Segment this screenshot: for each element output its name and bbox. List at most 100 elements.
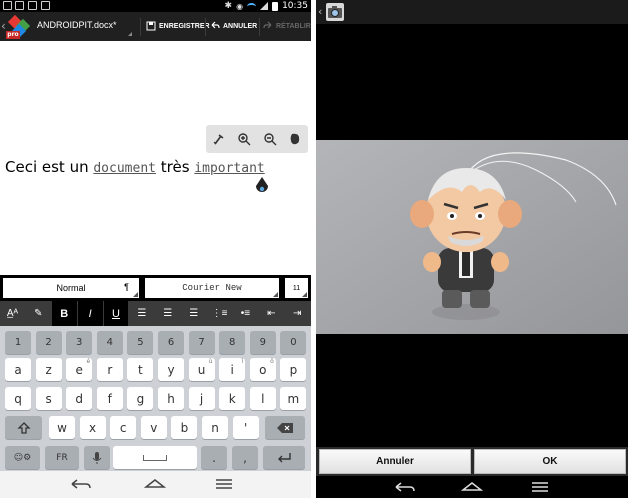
italic-button[interactable]: I xyxy=(77,301,104,326)
zoom-out-icon[interactable] xyxy=(259,128,281,150)
key[interactable]: z xyxy=(35,358,62,381)
key[interactable]: iî xyxy=(219,358,246,381)
key[interactable]: 4 xyxy=(96,331,123,354)
document-text-line[interactable]: Ceci est un document très important xyxy=(5,158,265,176)
key[interactable]: eé xyxy=(66,358,93,381)
language-key[interactable]: FR xyxy=(45,446,79,469)
key[interactable]: k xyxy=(219,387,246,410)
key-label: 4 xyxy=(106,337,113,348)
back-icon[interactable] xyxy=(70,477,92,491)
key[interactable]: l xyxy=(249,387,276,410)
cancel-button[interactable]: Annuler xyxy=(319,449,471,474)
key[interactable]: a xyxy=(5,358,31,381)
bullet-list-button[interactable]: •≡ xyxy=(233,301,259,326)
numbered-list-button[interactable]: ⋮≡ xyxy=(207,301,234,326)
navigation-bar xyxy=(316,476,628,498)
cancel-label: Annuler xyxy=(376,456,414,467)
shift-key[interactable] xyxy=(5,416,42,439)
backspace-key[interactable] xyxy=(265,416,305,439)
key[interactable]: 3 xyxy=(66,331,93,354)
key[interactable]: x xyxy=(79,416,106,439)
document-canvas[interactable]: Ceci est un document très important xyxy=(0,41,311,275)
paragraph-style-select[interactable]: Normal ¶ xyxy=(3,278,139,298)
outdent-button[interactable]: ⇤ xyxy=(258,301,285,326)
key-label: a xyxy=(14,362,22,377)
key[interactable]: g xyxy=(127,387,154,410)
key[interactable]: y xyxy=(158,358,184,381)
key[interactable]: p xyxy=(280,358,307,381)
font-family-select[interactable]: Courier New xyxy=(145,278,279,298)
key[interactable]: oô xyxy=(249,358,276,381)
bold-label: B xyxy=(60,307,69,320)
space-key[interactable] xyxy=(113,446,197,469)
key[interactable]: 6 xyxy=(158,331,184,354)
key[interactable]: 9 xyxy=(249,331,276,354)
key-alt-label: ù xyxy=(208,358,213,365)
key-label: l xyxy=(261,391,265,406)
key[interactable]: ' xyxy=(232,416,259,439)
key[interactable]: 2 xyxy=(35,331,62,354)
zoom-in-icon[interactable] xyxy=(233,128,255,150)
underline-button[interactable]: U xyxy=(103,301,130,326)
key-alt-label: î xyxy=(241,358,244,365)
undo-button[interactable]: ANNULER xyxy=(210,19,257,33)
key[interactable]: 0 xyxy=(280,331,307,354)
bullet-list-icon: •≡ xyxy=(240,308,251,319)
font-color-button[interactable]: A̲ᴬ xyxy=(0,301,26,326)
text-cursor-handle[interactable] xyxy=(255,177,269,197)
align-right-button[interactable]: ☰ xyxy=(181,301,208,326)
document-title[interactable]: ANDROIDPIT.docx* xyxy=(37,20,117,30)
key[interactable]: f xyxy=(96,387,123,410)
enter-key[interactable] xyxy=(263,446,305,469)
app-logo[interactable]: pro xyxy=(6,14,31,39)
key[interactable]: b xyxy=(171,416,198,439)
key-label: 3 xyxy=(76,337,83,348)
ok-button[interactable]: OK xyxy=(474,449,626,474)
key[interactable]: s xyxy=(35,387,62,410)
menu-icon[interactable] xyxy=(530,480,550,494)
key[interactable]: j xyxy=(188,387,215,410)
key[interactable]: uù xyxy=(188,358,215,381)
period-key[interactable]: . xyxy=(201,446,227,469)
clock: 10:35 xyxy=(282,1,308,11)
evernote-icon[interactable] xyxy=(284,128,306,150)
key[interactable]: q xyxy=(5,387,31,410)
bold-button[interactable]: B xyxy=(51,301,78,326)
soft-keyboard: 12 3 4 567890 azeértyuùiîoôp qsdfghjklm wxc… xyxy=(0,326,311,471)
key[interactable]: d xyxy=(66,387,93,410)
key[interactable]: 5 xyxy=(127,331,154,354)
mail-icon xyxy=(28,1,37,10)
home-icon[interactable] xyxy=(144,477,166,491)
key[interactable]: m xyxy=(280,387,307,410)
key[interactable]: h xyxy=(158,387,184,410)
indent-button[interactable]: ⇥ xyxy=(284,301,311,326)
home-icon[interactable] xyxy=(461,480,483,494)
redo-label: RÉTABLIR xyxy=(276,22,311,30)
key[interactable]: r xyxy=(96,358,123,381)
key-label: i xyxy=(230,362,234,377)
align-center-button[interactable]: ☰ xyxy=(155,301,182,326)
key[interactable]: v xyxy=(140,416,167,439)
title-dropdown-icon[interactable] xyxy=(128,32,132,36)
key[interactable]: c xyxy=(110,416,137,439)
align-left-button[interactable]: ☰ xyxy=(129,301,156,326)
undo-icon xyxy=(211,21,220,29)
highlight-button[interactable]: ✎ xyxy=(25,301,52,326)
camera-app-icon[interactable] xyxy=(326,3,344,21)
key[interactable]: n xyxy=(202,416,228,439)
key[interactable]: 7 xyxy=(188,331,215,354)
font-size-select[interactable]: 11 xyxy=(285,278,308,298)
menu-icon[interactable] xyxy=(214,477,234,491)
comma-key[interactable]: , xyxy=(232,446,258,469)
format-painter-icon[interactable] xyxy=(208,128,230,150)
back-chevron-icon[interactable]: ‹ xyxy=(318,5,322,18)
key[interactable]: 8 xyxy=(219,331,246,354)
key[interactable]: t xyxy=(127,358,154,381)
emoji-key[interactable]: ☺⚙ xyxy=(5,446,40,469)
voice-input-key[interactable] xyxy=(84,446,110,469)
redo-button[interactable]: RÉTABLIR xyxy=(263,19,311,33)
back-icon[interactable] xyxy=(394,480,416,494)
save-button[interactable]: ENREGISTRER xyxy=(146,19,210,33)
key[interactable]: 1 xyxy=(5,331,31,354)
key[interactable]: w xyxy=(49,416,75,439)
